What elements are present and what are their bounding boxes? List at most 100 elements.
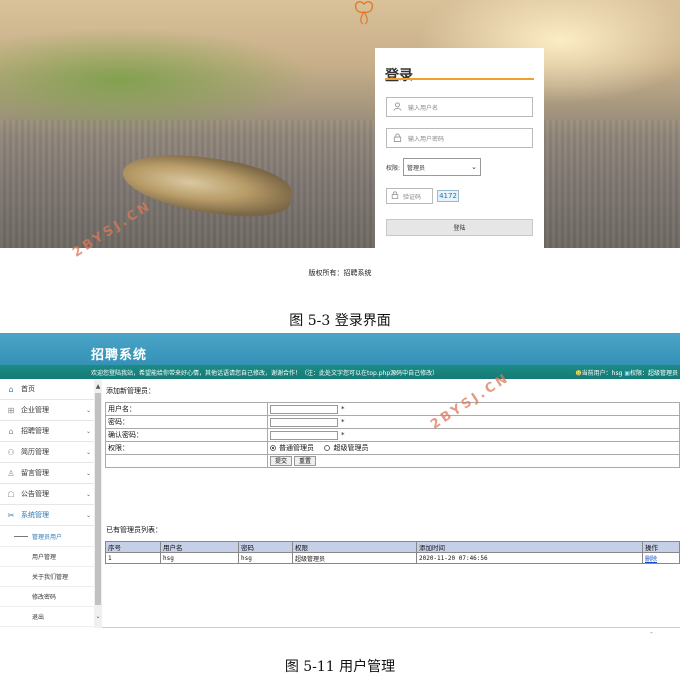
sidebar-item-label: 留言管理 (21, 469, 49, 477)
lock-icon (391, 191, 399, 201)
sidebar-item-system[interactable]: ✂ 系统管理 ⌄ (0, 505, 94, 526)
sidebar-item-notice[interactable]: ☖ 公告管理 ⌄ (0, 484, 94, 505)
reset-button[interactable]: 重置 (294, 456, 317, 466)
delete-link[interactable]: 删除 (645, 556, 657, 563)
captcha-placeholder: 验证码 (403, 193, 422, 201)
scroll-up-icon[interactable]: ▲ (94, 383, 102, 390)
tools-icon: ✂ (7, 510, 15, 520)
new-password-input[interactable] (270, 417, 338, 427)
butterfly-logo-icon (354, 1, 374, 25)
grid-icon: ⊞ (7, 405, 15, 415)
required-mark: * (341, 431, 345, 439)
top-header-bar: 招聘系统 (0, 333, 680, 365)
column-header: 序号 (105, 541, 161, 553)
sidebar-item-message[interactable]: ♙ 留言管理 ⌄ (0, 463, 94, 484)
subitem-logout[interactable]: 退出 (0, 607, 94, 627)
sidebar-item-label: 系统管理 (21, 511, 49, 519)
active-indicator (14, 536, 28, 537)
subitem-about-us[interactable]: 关于我们管理 (0, 567, 94, 587)
role-label: 权限: (386, 164, 401, 172)
user-icon: ♙ (7, 468, 15, 478)
submit-button[interactable]: 提交 (270, 456, 293, 466)
username-input[interactable]: 输入用户名 (386, 97, 533, 117)
role-select[interactable]: 管理员 ⌄ (403, 158, 482, 176)
admin-list-title: 已有管理员列表： (106, 526, 162, 534)
subitem-label: 关于我们管理 (32, 574, 69, 581)
confirm-password-label: 确认密码： (105, 428, 268, 442)
required-mark: * (341, 418, 345, 426)
people-icon: ⚇ (7, 447, 15, 457)
password-label: 密码： (105, 415, 268, 429)
scroll-down-icon[interactable]: ⌄ (94, 613, 102, 620)
sidebar-item-label: 首页 (21, 385, 35, 393)
subitem-user-management[interactable]: 用户管理 (0, 547, 94, 567)
sidebar-item-company[interactable]: ⊞ 企业管理 ⌄ (0, 400, 94, 421)
chevron-down-icon: ⌄ (85, 448, 91, 456)
add-admin-form: 用户名： * 密码： * 确认密码： * 权限： 普通管理员 超级管理员 提交 … (105, 402, 680, 468)
chevron-down-icon: ⌄ (85, 490, 91, 498)
add-admin-title: 添加新管理员： (106, 387, 155, 395)
divider-mark: - (650, 628, 653, 637)
admin-table: 序号 用户名 密码 权限 添加时间 操作 1 hsg hsg 超级管理员 202… (105, 541, 680, 564)
subitem-change-password[interactable]: 修改密码 (0, 587, 94, 607)
title-underline (385, 78, 534, 80)
figure-caption-user-management: 图 5-11 用户管理 (284, 659, 396, 675)
admin-figure: 招聘系统 欢迎您登陆我站，希望能给你带来好心情，其他话语请您自己修改，谢谢合作！… (0, 333, 680, 628)
chevron-down-icon: ⌄ (85, 469, 91, 477)
subitem-admin-users[interactable]: 管理员用户 (0, 527, 94, 547)
role-option-super: 超级管理员 (333, 444, 369, 452)
current-user: 当前用户：hsg (581, 370, 623, 377)
login-figure: 登录 输入用户名 输入用户密码 权限: 管理员 ⌄ 验证码 4172 登陆 版权… (0, 0, 680, 300)
column-header: 密码 (238, 541, 293, 553)
home-icon: ⌂ (8, 384, 14, 394)
subitem-label: 用户管理 (32, 554, 57, 561)
column-header: 权限 (292, 541, 417, 553)
column-header: 操作 (642, 541, 680, 553)
captcha-row: 验证码 4172 (386, 188, 459, 204)
role-radio-normal[interactable] (270, 445, 276, 451)
sidebar-item-label: 企业管理 (21, 406, 49, 414)
new-username-input[interactable] (270, 404, 338, 414)
welcome-text: 欢迎您登陆我站，希望能给你带来好心情，其他话语请您自己修改，谢谢合作！（注：此处… (91, 370, 439, 377)
column-header: 用户名 (160, 541, 239, 553)
cell-username: hsg (160, 552, 239, 564)
figure-caption-login: 图 5-3 登录界面 (289, 313, 391, 329)
login-button[interactable]: 登陆 (386, 219, 533, 236)
chevron-down-icon: ⌄ (471, 163, 478, 171)
password-placeholder: 输入用户密码 (408, 135, 445, 143)
captcha-input[interactable]: 验证码 (386, 188, 433, 204)
scroll-thumb[interactable] (95, 393, 101, 605)
subitem-label: 修改密码 (32, 594, 57, 601)
sidebar-scrollbar[interactable]: ▲ ⌄ (94, 379, 102, 628)
notice-bar: 欢迎您登陆我站，希望能给你带来好心情，其他话语请您自己修改，谢谢合作！（注：此处… (0, 365, 680, 379)
login-background-photo (0, 0, 680, 248)
lock-icon (393, 133, 403, 143)
role-selected-value: 管理员 (407, 164, 426, 172)
role-radio-super[interactable] (324, 445, 331, 451)
user-icon (393, 102, 403, 112)
user-info: ☻当前用户：hsg ▣权限：超级管理员 (575, 368, 678, 377)
username-placeholder: 输入用户名 (408, 104, 439, 112)
page: 登录 输入用户名 输入用户密码 权限: 管理员 ⌄ 验证码 4172 登陆 版权… (0, 0, 680, 675)
role-option-normal: 普通管理员 (279, 444, 314, 452)
cell-id: 1 (105, 552, 161, 564)
required-mark: * (341, 405, 345, 413)
sidebar-item-resume[interactable]: ⚇ 简历管理 ⌄ (0, 442, 94, 463)
password-input[interactable]: 输入用户密码 (386, 128, 533, 148)
login-title: 登录 (385, 68, 413, 84)
cell-password: hsg (238, 552, 293, 564)
login-panel: 登录 输入用户名 输入用户密码 权限: 管理员 ⌄ 验证码 4172 登陆 (375, 48, 544, 248)
copyright-text: 版权所有：招聘系统 (308, 269, 372, 277)
subitem-label: 管理员用户 (32, 534, 63, 541)
sidebar-item-label: 简历管理 (21, 448, 49, 456)
sidebar-item-label: 招聘管理 (21, 427, 49, 435)
app-title: 招聘系统 (91, 348, 148, 363)
captcha-image[interactable]: 4172 (437, 190, 459, 202)
main-content: 添加新管理员： 用户名： * 密码： * 确认密码： * 权限： 普通管理员 超… (104, 379, 680, 628)
sidebar-item-home[interactable]: ⌂ 首页 (0, 379, 94, 400)
sidebar-item-recruit[interactable]: ⌂ 招聘管理 ⌄ (0, 421, 94, 442)
confirm-password-input[interactable] (270, 430, 338, 440)
sidebar: ⌂ 首页 ⊞ 企业管理 ⌄ ⌂ 招聘管理 ⌄ ⚇ 简历管理 ⌄ ♙ 留言管理 ⌄ (0, 379, 102, 628)
username-label: 用户名： (105, 402, 268, 416)
chevron-down-icon: ⌄ (85, 511, 91, 519)
